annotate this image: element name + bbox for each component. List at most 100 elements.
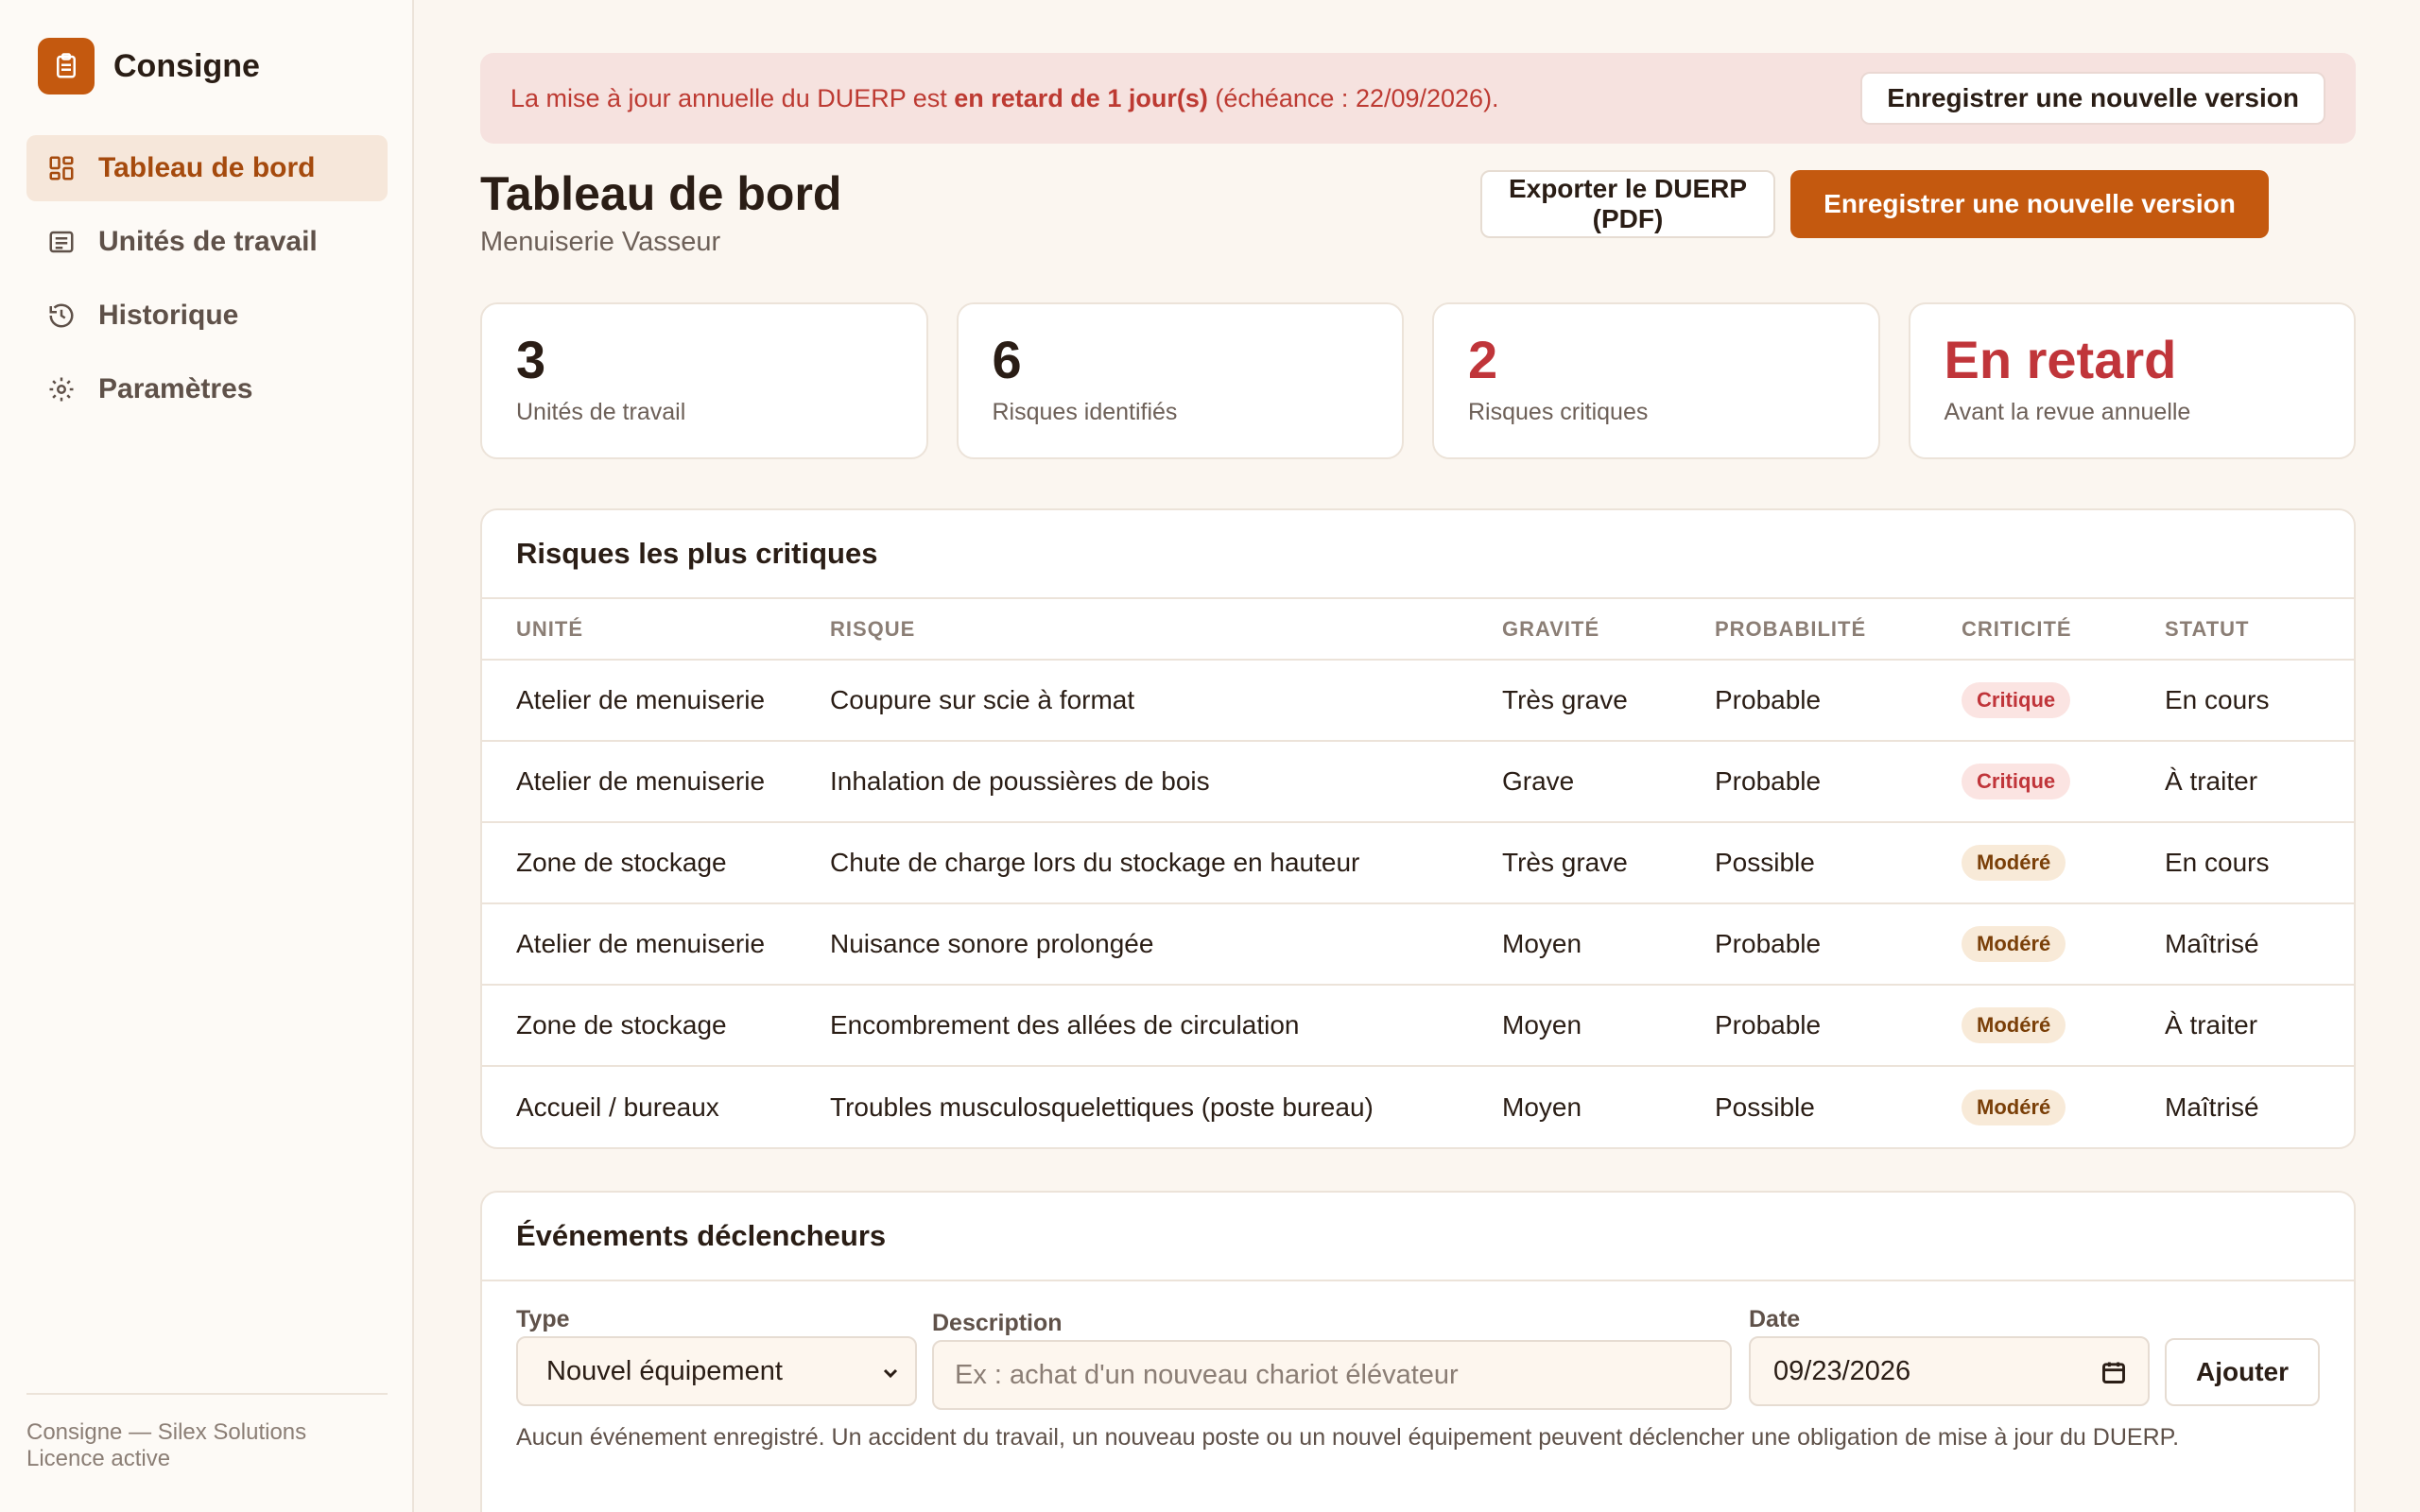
stat-label: Avant la revue annuelle [1944, 399, 2191, 425]
export-pdf-button[interactable]: Exporter le DUERP (PDF) [1480, 170, 1775, 238]
cell-status: Maîtrisé [2165, 1091, 2259, 1122]
column-header-probability[interactable]: PROBABILITÉ [1715, 599, 1962, 661]
sidebar-item-label: Unités de travail [98, 226, 318, 257]
table-row[interactable]: Accueil / bureaux Troubles musculosquele… [482, 1066, 2354, 1147]
criticity-badge: Critique [1962, 764, 2071, 799]
cell-severity: Moyen [1502, 1091, 1582, 1122]
cell-status: En cours [2165, 660, 2354, 742]
cell-probability: Probable [1715, 741, 1962, 823]
stat-card-review-status: En retard Avant la revue annuelle [1908, 302, 2356, 459]
sidebar-item-settings[interactable]: Paramètres [26, 356, 388, 422]
event-type-value: Nouvel équipement [546, 1355, 783, 1386]
new-version-button[interactable]: Enregistrer une nouvelle version [1790, 170, 2269, 238]
cell-risk: Nuisance sonore prolongée [830, 903, 1502, 986]
cell-risk: Chute de charge lors du stockage en haut… [830, 822, 1502, 904]
stat-card-work-units: 3 Unités de travail [480, 302, 928, 459]
calendar-icon[interactable] [2100, 1359, 2127, 1393]
event-description-input[interactable]: Ex : achat d'un nouveau chariot élévateu… [932, 1340, 1732, 1410]
risks-table: UNITÉ RISQUE GRAVITÉ PROBABILITÉ CRITICI… [482, 599, 2354, 1147]
cell-unit: Accueil / bureaux [516, 1091, 719, 1122]
brand[interactable]: Consigne [38, 38, 260, 94]
criticity-badge: Modéré [1962, 926, 2066, 962]
stat-value: 6 [992, 330, 1022, 389]
table-row[interactable]: Atelier de menuiserie Inhalation de pous… [482, 741, 2354, 823]
cell-severity: Moyen [1502, 903, 1715, 986]
cell-unit: Zone de stockage [482, 985, 830, 1067]
cell-unit: Zone de stockage [482, 822, 830, 904]
cell-probability: Probable [1715, 985, 1962, 1067]
card-title: Événements déclencheurs [482, 1193, 2354, 1281]
column-header-status[interactable]: STATUT [2165, 599, 2354, 661]
table-header-row: UNITÉ RISQUE GRAVITÉ PROBABILITÉ CRITICI… [482, 599, 2354, 661]
table-row[interactable]: Zone de stockage Encombrement des allées… [482, 985, 2354, 1067]
column-header-unit[interactable]: UNITÉ [482, 599, 830, 661]
dashboard-icon [45, 152, 78, 184]
alert-new-version-button[interactable]: Enregistrer une nouvelle version [1860, 72, 2325, 125]
cell-unit: Atelier de menuiserie [482, 741, 830, 823]
cell-status: En cours [2165, 822, 2354, 904]
cell-probability: Probable [1715, 903, 1962, 986]
cell-probability: Possible [1715, 1091, 1815, 1122]
date-value: 09/23/2026 [1773, 1355, 1911, 1386]
description-placeholder: Ex : achat d'un nouveau chariot élévateu… [955, 1359, 1459, 1390]
sidebar-item-label: Tableau de bord [98, 152, 316, 183]
event-form: Type Nouvel équipement Description Ex : … [482, 1281, 2354, 1499]
stat-value: 2 [1468, 330, 1498, 389]
stat-label: Risques identifiés [992, 399, 1178, 425]
overdue-alert: La mise à jour annuelle du DUERP est en … [480, 53, 2356, 144]
column-header-severity[interactable]: GRAVITÉ [1502, 599, 1715, 661]
sidebar-item-dashboard[interactable]: Tableau de bord [26, 135, 388, 201]
gear-icon [45, 373, 78, 405]
trigger-events-card: Événements déclencheurs Type Nouvel équi… [480, 1191, 2356, 1512]
type-label: Type [516, 1306, 570, 1332]
sidebar-nav: Tableau de bord Unités de travail Histor… [26, 135, 388, 430]
cell-status: Maîtrisé [2165, 903, 2354, 986]
column-header-criticity[interactable]: CRITICITÉ [1962, 599, 2165, 661]
event-type-select[interactable]: Nouvel équipement [516, 1336, 917, 1406]
cell-severity: Grave [1502, 741, 1715, 823]
cell-unit: Atelier de menuiserie [482, 903, 830, 986]
cell-risk: Encombrement des allées de circulation [830, 985, 1502, 1067]
cell-severity: Très grave [1502, 660, 1715, 742]
footer-company: Consigne — Silex Solutions [26, 1419, 307, 1445]
page-title: Tableau de bord [480, 167, 842, 220]
description-label: Description [932, 1310, 1063, 1336]
sidebar: Consigne Tableau de bord Unités de trava… [0, 0, 414, 1512]
date-label: Date [1749, 1306, 1801, 1332]
sidebar-item-history[interactable]: Historique [26, 283, 388, 349]
criticity-badge: Modéré [1962, 845, 2066, 881]
cell-risk: Inhalation de poussières de bois [830, 741, 1502, 823]
app-name: Consigne [113, 47, 260, 84]
event-date-input[interactable]: 09/23/2026 [1749, 1336, 2150, 1406]
stat-label: Risques critiques [1468, 399, 1649, 425]
empty-events-message: Aucun événement enregistré. Un accident … [516, 1424, 2180, 1451]
history-icon [45, 300, 78, 332]
cell-status: À traiter [2165, 741, 2354, 823]
footer-license: Licence active [26, 1446, 171, 1471]
cell-severity: Moyen [1502, 985, 1715, 1067]
stat-value: 3 [516, 330, 546, 389]
card-title: Risques les plus critiques [482, 510, 2354, 599]
sidebar-item-work-units[interactable]: Unités de travail [26, 209, 388, 275]
critical-risks-card: Risques les plus critiques UNITÉ RISQUE … [480, 508, 2356, 1149]
alert-prefix: La mise à jour annuelle du DUERP est [510, 83, 955, 112]
clipboard-icon [38, 38, 95, 94]
cell-risk: Troubles musculosquelettiques (poste bur… [830, 1091, 1374, 1122]
sidebar-footer: Consigne — Silex Solutions Licence activ… [26, 1393, 388, 1472]
sidebar-item-label: Historique [98, 300, 239, 331]
add-event-button[interactable]: Ajouter [2165, 1338, 2320, 1406]
table-row[interactable]: Zone de stockage Chute de charge lors du… [482, 822, 2354, 904]
cell-probability: Possible [1715, 822, 1962, 904]
table-row[interactable]: Atelier de menuiserie Coupure sur scie à… [482, 660, 2354, 742]
criticity-badge: Modéré [1962, 1007, 2066, 1043]
cell-severity: Très grave [1502, 822, 1715, 904]
alert-suffix: (échéance : 22/09/2026). [1207, 83, 1499, 112]
column-header-risk[interactable]: RISQUE [830, 599, 1502, 661]
stats-row: 3 Unités de travail 6 Risques identifiés… [480, 302, 2356, 459]
table-row[interactable]: Atelier de menuiserie Nuisance sonore pr… [482, 903, 2354, 986]
stat-label: Unités de travail [516, 399, 686, 425]
cell-unit: Atelier de menuiserie [482, 660, 830, 742]
criticity-badge: Critique [1962, 682, 2071, 718]
list-icon [45, 226, 78, 258]
stat-card-risks: 6 Risques identifiés [956, 302, 1404, 459]
